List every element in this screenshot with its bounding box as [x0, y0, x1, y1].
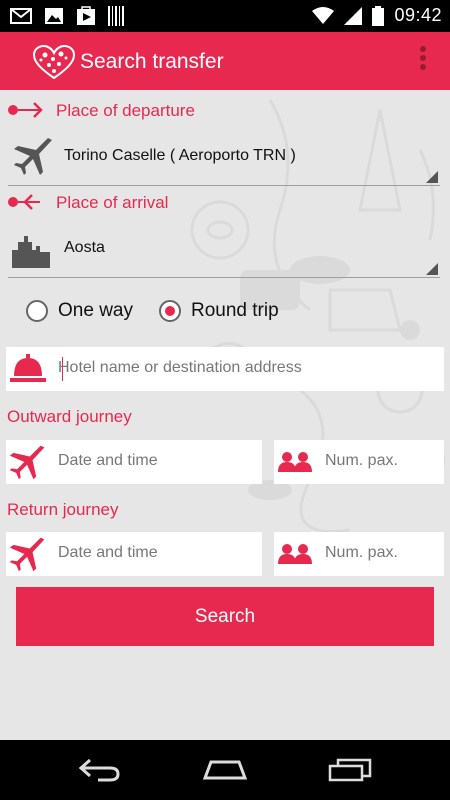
dropdown-triangle-icon	[426, 171, 438, 183]
arrival-value: Aosta	[64, 239, 105, 256]
return-pax-placeholder: Num. pax.	[325, 544, 398, 561]
image-icon	[45, 8, 63, 24]
airplane-icon	[14, 138, 52, 175]
radio-one-way[interactable]	[26, 300, 48, 322]
outward-pax-input[interactable]: Num. pax.	[274, 440, 444, 484]
return-pax-input[interactable]: Num. pax.	[274, 532, 444, 576]
battery-icon	[372, 5, 385, 26]
people-icon	[278, 544, 312, 564]
status-time: 09:42	[394, 5, 442, 25]
heart-logo-icon[interactable]	[33, 45, 75, 79]
city-icon	[12, 236, 50, 268]
return-journey-label: Return journey	[7, 500, 119, 519]
play-store-icon	[77, 6, 95, 25]
dropdown-triangle-icon	[426, 263, 438, 275]
radio-one-way-label[interactable]: One way	[58, 300, 133, 322]
outward-date-placeholder: Date and time	[58, 452, 158, 469]
arrival-select[interactable]: Aosta	[8, 220, 440, 278]
return-date-placeholder: Date and time	[58, 544, 158, 561]
airplane-icon	[9, 445, 45, 480]
departure-select[interactable]: Torino Caselle ( Aeroporto TRN )	[8, 128, 440, 186]
departure-arrow-icon	[8, 102, 43, 118]
app-bar: Search transfer	[0, 32, 450, 90]
radio-round-trip-label[interactable]: Round trip	[191, 300, 279, 322]
home-icon[interactable]	[201, 758, 249, 782]
bell-icon	[10, 354, 46, 382]
outward-journey-label: Outward journey	[7, 407, 132, 426]
navigation-bar	[0, 740, 450, 800]
status-bar: 09:42	[0, 0, 450, 32]
overflow-menu-icon[interactable]	[418, 46, 428, 76]
return-date-input[interactable]: Date and time	[6, 532, 262, 576]
hotel-address-input[interactable]: Hotel name or destination address	[6, 347, 444, 391]
signal-icon	[344, 6, 363, 25]
barcode-icon	[108, 6, 124, 26]
back-icon[interactable]	[78, 758, 122, 782]
arrival-label: Place of arrival	[56, 193, 169, 212]
page-title: Search transfer	[80, 50, 224, 73]
hotel-address-placeholder: Hotel name or destination address	[58, 359, 302, 376]
outward-pax-placeholder: Num. pax.	[325, 452, 398, 469]
wifi-icon	[312, 6, 335, 24]
people-icon	[278, 452, 312, 472]
trip-type-radio-group: One way Round trip	[26, 300, 305, 322]
radio-round-trip[interactable]	[158, 300, 181, 322]
departure-value: Torino Caselle ( Aeroporto TRN )	[64, 147, 296, 164]
airplane-icon	[9, 537, 45, 572]
search-button[interactable]: Search	[16, 587, 434, 646]
gmail-icon	[10, 8, 32, 24]
arrival-arrow-icon	[8, 194, 40, 210]
recent-apps-icon[interactable]	[328, 758, 372, 782]
departure-label: Place of departure	[56, 101, 195, 120]
outward-date-input[interactable]: Date and time	[6, 440, 262, 484]
